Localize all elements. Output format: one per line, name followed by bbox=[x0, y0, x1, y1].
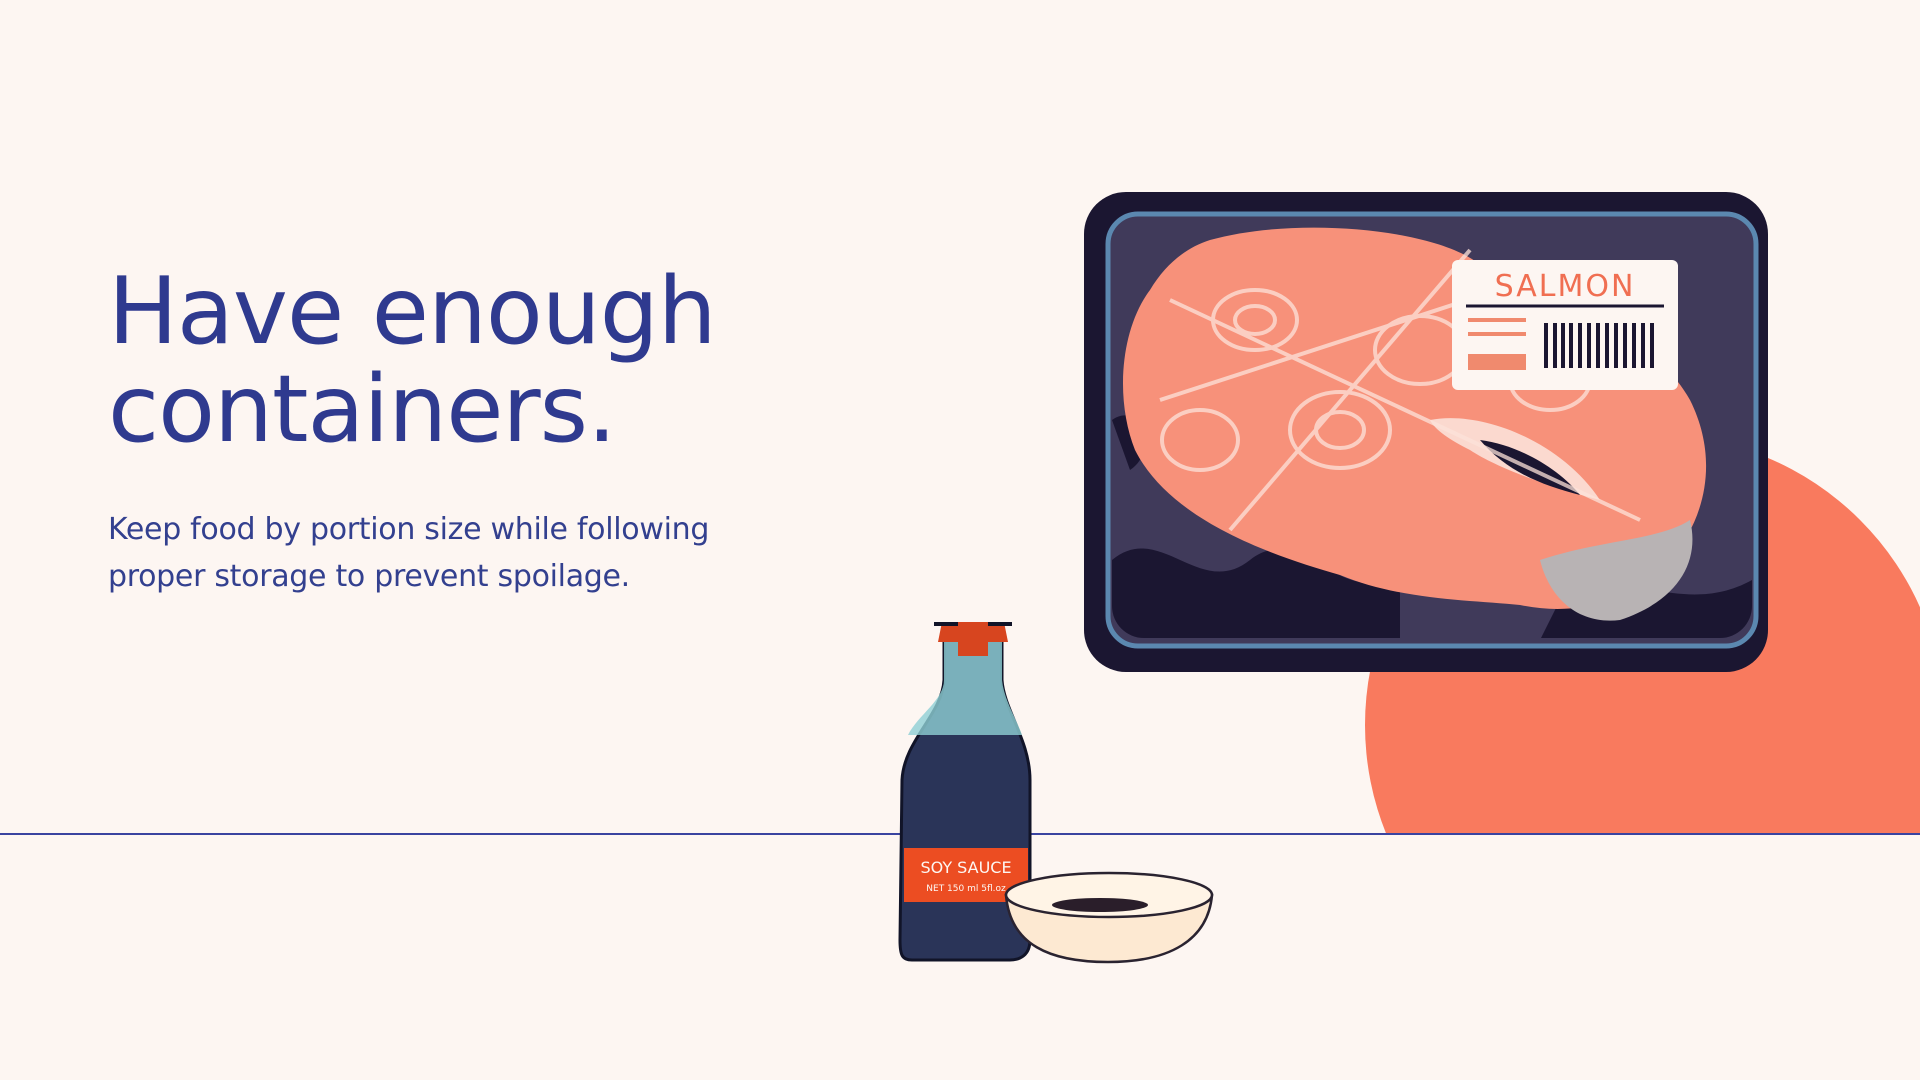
illustration: SALMON SOY SAUCE NET 150 ml 5fl.oz bbox=[0, 192, 1920, 964]
sauce-dish bbox=[1004, 871, 1214, 964]
salmon-tray-illustration: SALMON bbox=[1084, 192, 1768, 672]
soy-sauce-label-text: SOY SAUCE bbox=[920, 858, 1011, 877]
slide: Have enough containers. Keep food by por… bbox=[0, 0, 1920, 1080]
soy-sauce-net-text: NET 150 ml 5fl.oz bbox=[926, 884, 1006, 894]
salmon-label-text: SALMON bbox=[1495, 269, 1636, 304]
